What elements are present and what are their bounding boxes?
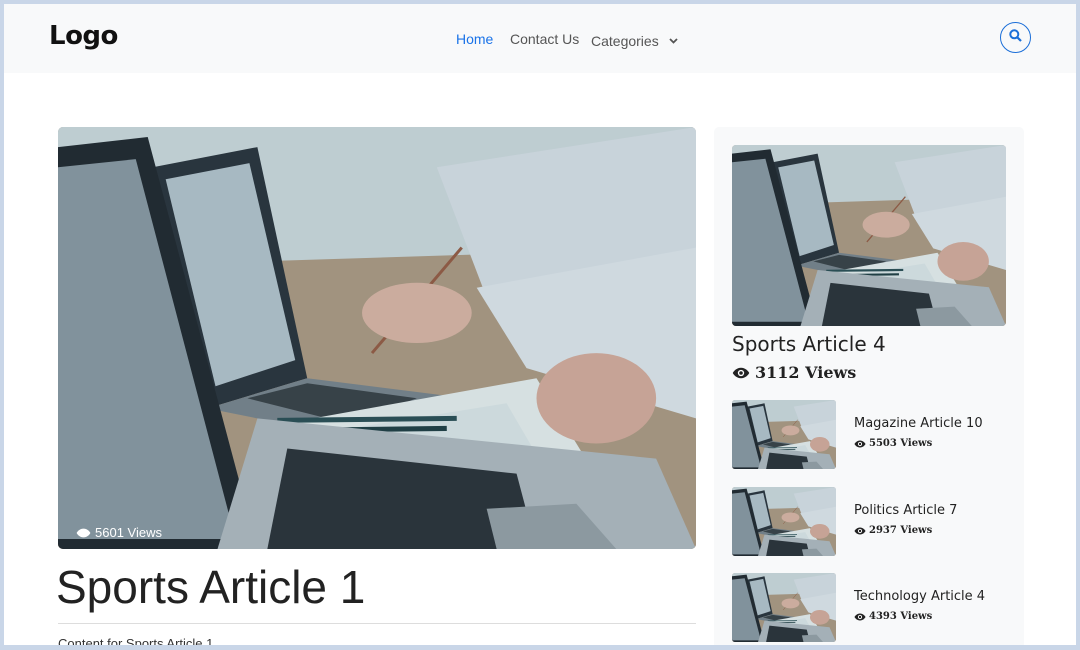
search-icon bbox=[1009, 28, 1022, 47]
featured-photo bbox=[58, 127, 696, 549]
sidebar-list-item[interactable]: Technology Article 4 4393 Views bbox=[732, 573, 1022, 642]
article-thumbnail bbox=[732, 573, 836, 642]
sidebar-list-item[interactable]: Magazine Article 10 5503 Views bbox=[732, 400, 1022, 469]
nav-categories[interactable]: Categories bbox=[591, 31, 678, 49]
article-views-text: 5503 Views bbox=[869, 438, 933, 449]
eye-icon bbox=[854, 527, 866, 535]
sidebar-featured-views: 3112 Views bbox=[732, 363, 856, 382]
search-button[interactable] bbox=[1000, 22, 1031, 53]
nav-contact-us[interactable]: Contact Us bbox=[510, 31, 579, 47]
article-title[interactable]: Technology Article 4 bbox=[854, 589, 985, 604]
navbar: Logo Home Contact Us Categories bbox=[4, 4, 1076, 73]
article-views: 5503 Views bbox=[854, 438, 932, 449]
featured-views: 5601 Views bbox=[76, 525, 162, 540]
featured-views-text: 5601 Views bbox=[95, 525, 162, 540]
article-title[interactable]: Magazine Article 10 bbox=[854, 416, 983, 431]
sidebar-featured-title[interactable]: Sports Article 4 bbox=[732, 332, 886, 356]
nav-home[interactable]: Home bbox=[456, 31, 493, 47]
article-title[interactable]: Politics Article 7 bbox=[854, 503, 957, 518]
chevron-down-icon bbox=[668, 31, 678, 47]
featured-article-image[interactable]: 5601 Views bbox=[58, 127, 696, 549]
sidebar-featured-photo bbox=[732, 145, 1006, 326]
featured-article-content: Content for Sports Article 1 bbox=[58, 636, 214, 645]
divider bbox=[58, 623, 696, 624]
page: Logo Home Contact Us Categories 5601 Vie… bbox=[4, 4, 1076, 645]
eye-icon bbox=[76, 528, 91, 538]
article-thumbnail bbox=[732, 487, 836, 556]
eye-icon bbox=[732, 367, 750, 379]
logo[interactable]: Logo bbox=[49, 21, 118, 51]
article-views: 2937 Views bbox=[854, 525, 932, 536]
article-views-text: 2937 Views bbox=[869, 525, 933, 536]
sidebar-list-item[interactable]: Politics Article 7 2937 Views bbox=[732, 487, 1022, 556]
eye-icon bbox=[854, 613, 866, 621]
sidebar-featured-image[interactable] bbox=[732, 145, 1006, 326]
article-views-text: 4393 Views bbox=[869, 611, 933, 622]
featured-article-title[interactable]: Sports Article 1 bbox=[56, 560, 365, 614]
sidebar: Sports Article 4 3112 Views Magazine Art… bbox=[714, 127, 1024, 645]
nav-categories-label: Categories bbox=[591, 33, 659, 49]
article-views: 4393 Views bbox=[854, 611, 932, 622]
sidebar-featured-views-text: 3112 Views bbox=[755, 363, 857, 382]
eye-icon bbox=[854, 440, 866, 448]
article-thumbnail bbox=[732, 400, 836, 469]
